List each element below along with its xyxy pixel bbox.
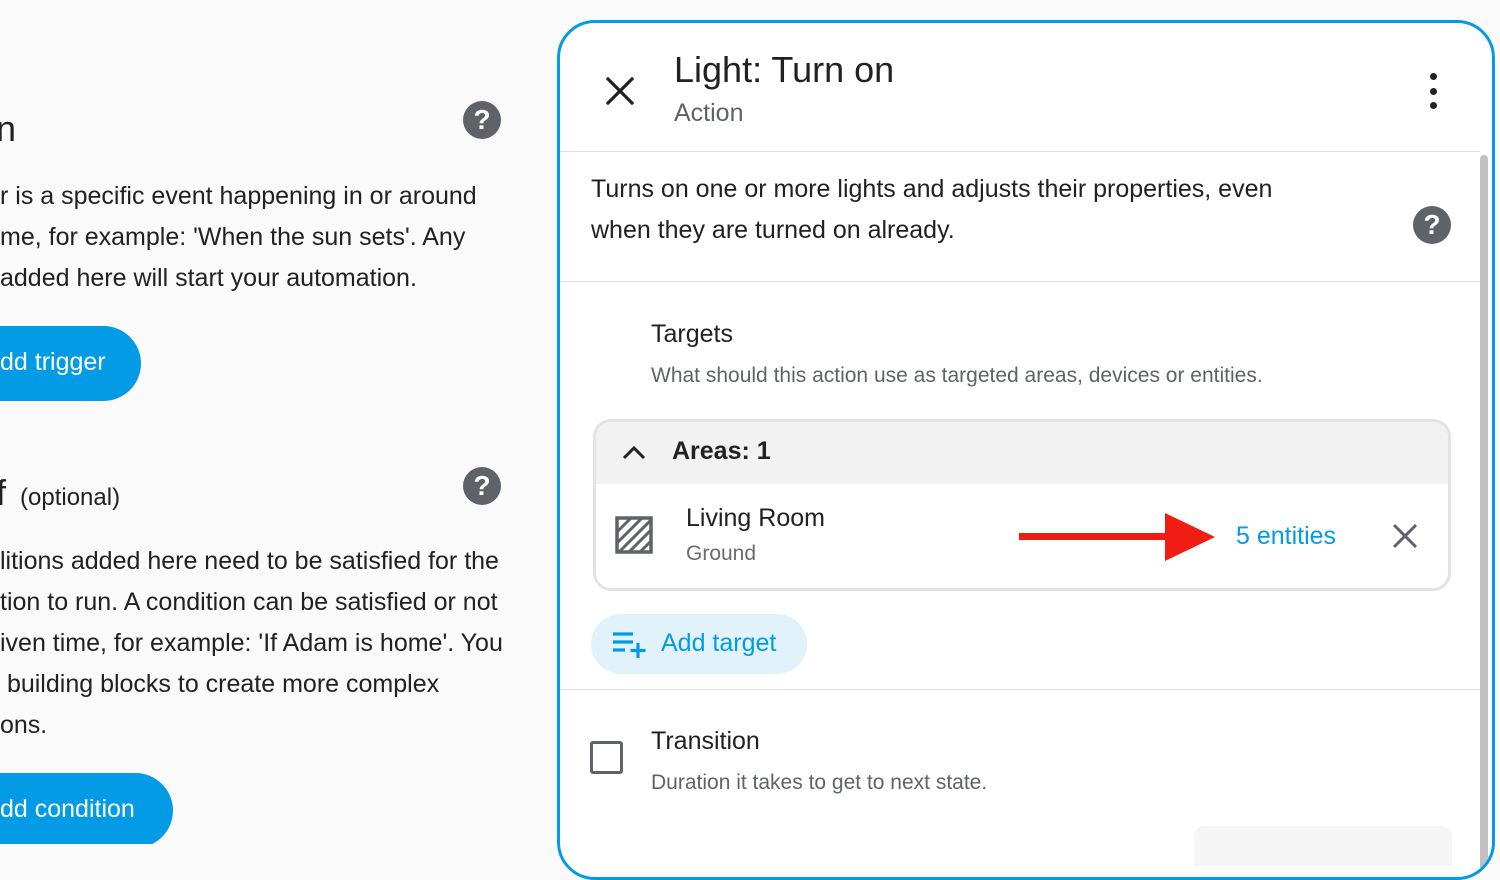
action-description: Turns on one or more lights and adjusts …: [591, 175, 1273, 244]
action-editor-dialog: Light: Turn on Action Turns on one or mo…: [557, 20, 1495, 880]
conditions-description: litions added here need to be satisfied …: [0, 547, 503, 739]
area-entities-link[interactable]: 5 entities: [1236, 522, 1336, 551]
chevron-up-icon: [622, 445, 646, 460]
transition-description: Duration it takes to get to next state.: [651, 771, 988, 794]
remove-target-icon[interactable]: [1392, 523, 1418, 549]
transition-input-field[interactable]: [1194, 826, 1452, 866]
conditions-optional-label: (optional): [20, 484, 121, 511]
automation-editor-background: n ? r is a specific event happening in o…: [0, 0, 555, 844]
areas-group: Areas: 1 Living Room Ground 5 entities: [593, 419, 1451, 591]
dialog-scrollbar[interactable]: [1480, 155, 1488, 875]
conditions-section-title: f: [0, 472, 7, 513]
area-name: Living Room: [686, 504, 825, 532]
areas-count-label: Areas: 1: [672, 437, 771, 465]
targets-label: Targets: [651, 320, 733, 348]
triggers-section-title: n: [0, 108, 17, 149]
add-target-label: Add target: [661, 629, 777, 657]
description-divider: [560, 281, 1480, 282]
targets-description: What should this action use as targeted …: [651, 364, 1263, 387]
areas-group-header[interactable]: Areas: 1: [596, 422, 1448, 484]
close-icon[interactable]: [604, 75, 636, 107]
annotation-arrow-icon: [1019, 513, 1215, 561]
transition-checkbox[interactable]: [590, 741, 623, 774]
playlist-add-icon: [613, 632, 646, 658]
action-help-icon[interactable]: ?: [1413, 206, 1451, 244]
dialog-title: Light: Turn on: [674, 49, 895, 90]
add-target-button[interactable]: Add target: [591, 614, 807, 674]
area-floor: Ground: [686, 542, 757, 565]
triggers-description: r is a specific event happening in or ar…: [0, 182, 477, 292]
more-options-icon[interactable]: [1418, 73, 1448, 109]
area-icon: [615, 516, 653, 554]
header-divider: [560, 151, 1480, 152]
conditions-help-icon[interactable]: ?: [463, 467, 501, 505]
add-condition-button[interactable]: dd condition: [0, 773, 173, 844]
dialog-subtitle: Action: [674, 99, 744, 127]
add-trigger-button[interactable]: dd trigger: [0, 326, 141, 401]
targets-divider: [560, 689, 1480, 690]
triggers-help-icon[interactable]: ?: [463, 101, 501, 139]
transition-label: Transition: [651, 727, 760, 755]
